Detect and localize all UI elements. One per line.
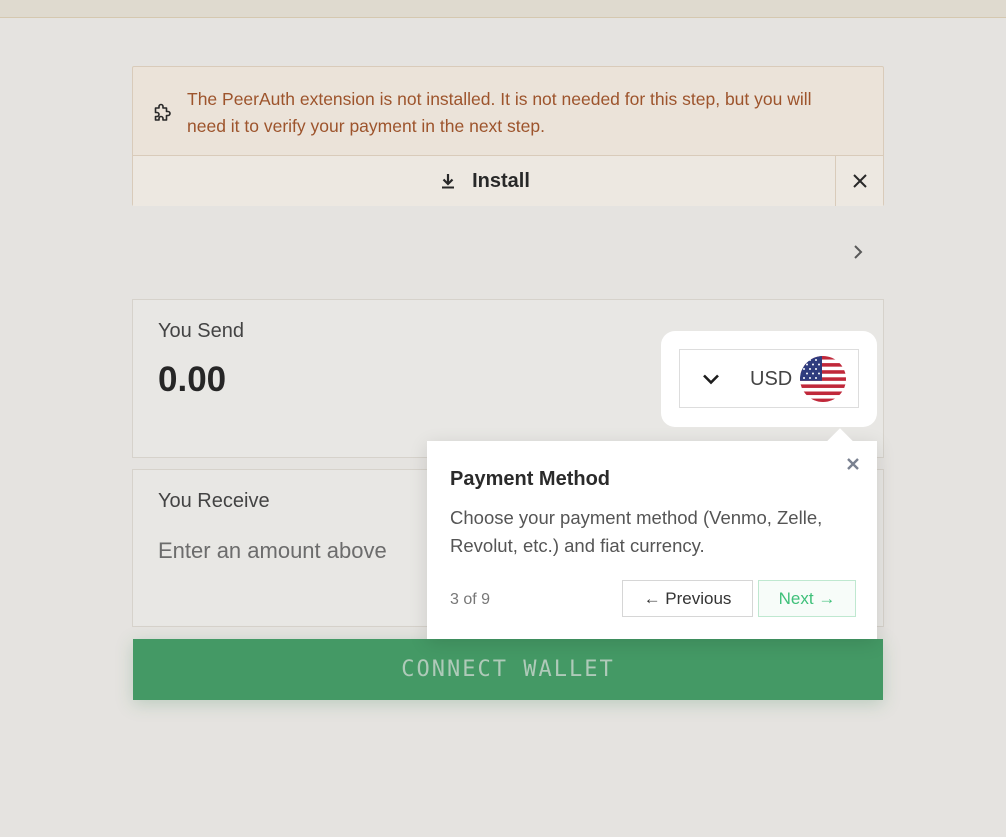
chevron-down-icon bbox=[703, 374, 719, 385]
currency-select[interactable]: USD bbox=[679, 349, 859, 408]
us-flag-icon bbox=[800, 356, 846, 402]
close-icon bbox=[847, 458, 859, 470]
connect-wallet-button[interactable]: CONNECT WALLET bbox=[133, 639, 883, 700]
close-icon bbox=[852, 174, 867, 188]
install-label: Install bbox=[472, 169, 530, 192]
tour-tooltip: Payment Method Choose your payment metho… bbox=[427, 428, 877, 639]
receive-label: You Receive bbox=[158, 490, 270, 512]
install-button[interactable]: Install bbox=[133, 156, 835, 206]
download-icon bbox=[442, 174, 455, 189]
extension-warning-banner: The PeerAuth extension is not installed.… bbox=[132, 66, 884, 206]
banner-message-area: The PeerAuth extension is not installed.… bbox=[133, 67, 883, 156]
tooltip-close-button[interactable] bbox=[842, 453, 864, 475]
previous-button[interactable]: ← Previous bbox=[622, 580, 753, 617]
next-button[interactable]: Next → bbox=[758, 580, 856, 617]
tooltip-body: Choose your payment method (Venmo, Zelle… bbox=[450, 507, 823, 556]
send-amount-input[interactable]: 0.00 bbox=[158, 360, 226, 400]
tour-progress: 3 of 9 bbox=[450, 591, 491, 608]
top-bar bbox=[0, 0, 1006, 18]
connect-wallet-label: CONNECT WALLET bbox=[401, 657, 615, 682]
banner-text: The PeerAuth extension is not installed.… bbox=[187, 89, 812, 136]
receive-amount-placeholder: Enter an amount above bbox=[158, 538, 387, 563]
dismiss-banner-button[interactable] bbox=[835, 156, 883, 206]
puzzle-icon bbox=[154, 103, 171, 121]
chevron-right-icon[interactable] bbox=[848, 242, 868, 262]
tooltip-title: Payment Method bbox=[450, 468, 611, 490]
send-label: You Send bbox=[158, 320, 245, 342]
tour-highlight: USD bbox=[661, 331, 877, 427]
currency-code: USD bbox=[750, 368, 793, 390]
